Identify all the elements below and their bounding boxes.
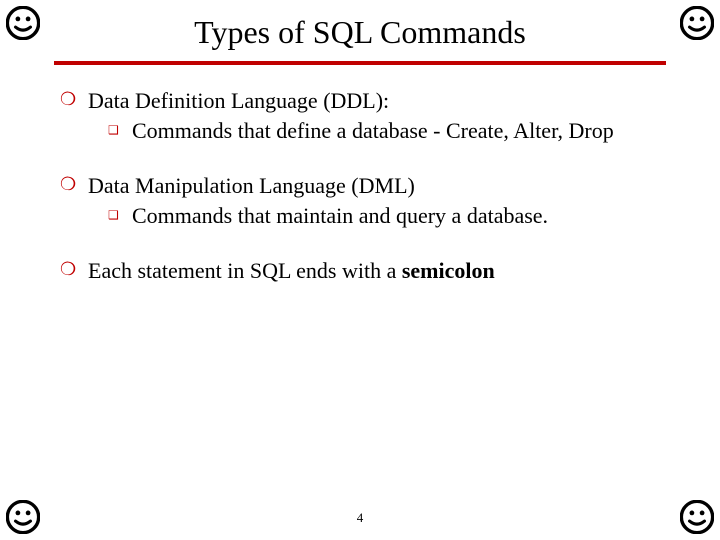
item-body: Each statement in SQL ends with a semico… — [88, 257, 660, 285]
slide-title: Types of SQL Commands — [60, 0, 660, 51]
list-item: ❍ Each statement in SQL ends with a semi… — [60, 257, 660, 285]
item-body: Data Manipulation Language (DML) ❑ Comma… — [88, 172, 660, 229]
page-number: 4 — [0, 510, 720, 526]
item-head: Data Definition Language (DDL): — [88, 88, 389, 113]
sub-item: ❑ Commands that define a database - Crea… — [88, 117, 660, 145]
content-area: ❍ Data Definition Language (DDL): ❑ Comm… — [0, 65, 720, 285]
bullet-icon: ❍ — [60, 87, 88, 144]
bullet-icon: ❍ — [60, 257, 88, 285]
sub-body: Commands that define a database - Create… — [132, 117, 660, 145]
sub-body: Commands that maintain and query a datab… — [132, 202, 660, 230]
sub-item: ❑ Commands that maintain and query a dat… — [88, 202, 660, 230]
item-text: Each statement in SQL ends with a — [88, 258, 402, 283]
list-item: ❍ Data Manipulation Language (DML) ❑ Com… — [60, 172, 660, 229]
item-body: Data Definition Language (DDL): ❑ Comman… — [88, 87, 660, 144]
bullet-icon: ❍ — [60, 172, 88, 229]
list-item: ❍ Data Definition Language (DDL): ❑ Comm… — [60, 87, 660, 144]
corner-icon-top-left — [6, 6, 40, 40]
item-head: Data Manipulation Language (DML) — [88, 173, 415, 198]
sub-bullet-icon: ❑ — [108, 202, 132, 230]
corner-icon-top-right — [680, 6, 714, 40]
slide: Types of SQL Commands ❍ Data Definition … — [0, 0, 720, 540]
sub-bullet-icon: ❑ — [108, 117, 132, 145]
item-bold: semicolon — [402, 258, 495, 283]
